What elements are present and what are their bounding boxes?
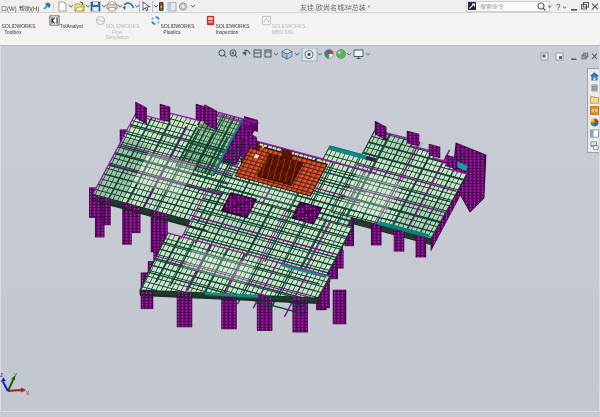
svg-text:Y: Y [14,373,18,379]
svg-text:X: X [26,391,30,397]
svg-text:Z: Z [0,373,3,379]
